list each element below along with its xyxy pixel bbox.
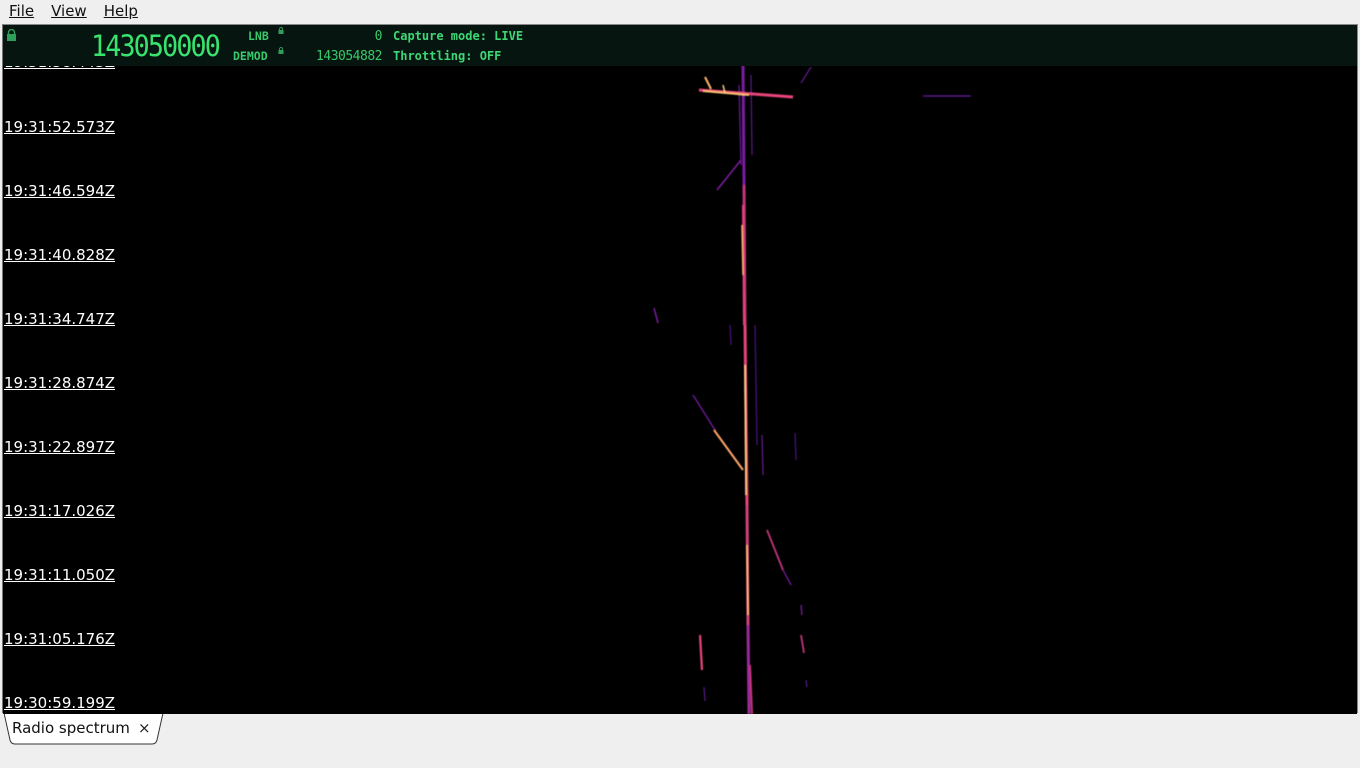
waterfall-timestamp: 19:31:46.594Z — [4, 182, 116, 200]
center-frequency[interactable]: 143050000 — [91, 31, 221, 61]
waterfall-display[interactable] — [3, 25, 1357, 714]
waterfall-timestamp: 19:31:28.874Z — [4, 374, 116, 392]
tab-label: Radio spectrum — [12, 719, 130, 737]
menu-bar: File View Help — [0, 0, 1360, 22]
lnb-label: LNB — [248, 29, 269, 43]
menu-file[interactable]: File — [0, 0, 42, 22]
demod-lock-icon[interactable] — [278, 47, 284, 54]
waterfall-timestamp: 19:31:11.050Z — [4, 566, 116, 584]
lnb-value[interactable]: 0 — [303, 30, 383, 44]
demod-label: DEMOD — [233, 49, 268, 63]
waterfall-timestamp: 19:31:34.747Z — [4, 310, 116, 328]
menu-view[interactable]: View — [42, 0, 95, 22]
menu-file-label: File — [9, 2, 35, 20]
tab-bar: Radio spectrum × — [0, 713, 1360, 768]
waterfall-timestamp: 19:31:40.828Z — [4, 246, 116, 264]
waterfall-timestamp: 19:31:17.026Z — [4, 502, 116, 520]
lock-icon[interactable] — [6, 29, 17, 41]
lnb-lock-icon[interactable] — [278, 27, 284, 34]
throttling-status: Throttling: OFF — [393, 49, 502, 63]
spectrum-frame: 143050000 LNB 0 DEMOD 143054882 Capture … — [2, 24, 1358, 715]
menu-view-label: View — [51, 2, 87, 20]
close-icon[interactable]: × — [138, 719, 151, 737]
tuner-header: 143050000 LNB 0 DEMOD 143054882 Capture … — [3, 25, 1357, 66]
waterfall-timestamp: 19:31:22.897Z — [4, 438, 116, 456]
tab-radio-spectrum[interactable]: Radio spectrum × — [4, 713, 164, 745]
menu-help-label: Help — [103, 2, 138, 20]
menu-help[interactable]: Help — [95, 0, 146, 22]
waterfall-timestamp: 19:30:59.199Z — [4, 694, 116, 712]
waterfall-timestamp: 19:31:05.176Z — [4, 630, 116, 648]
demod-value[interactable]: 143054882 — [303, 50, 382, 64]
capture-mode-status: Capture mode: LIVE — [393, 29, 524, 43]
waterfall-timestamp: 19:31:52.573Z — [4, 118, 116, 136]
